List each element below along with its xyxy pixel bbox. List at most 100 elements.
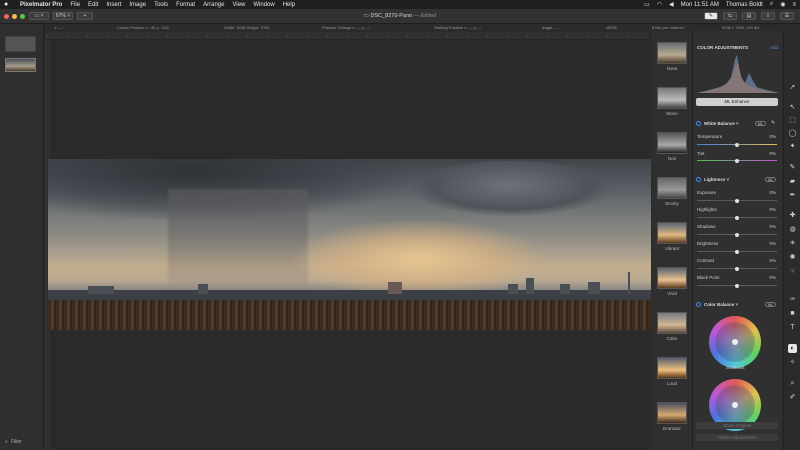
temperature-slider[interactable]	[697, 142, 777, 147]
tools-toggle-button[interactable]: ✎	[704, 12, 718, 20]
zoom-tool-icon[interactable]: ⌕	[788, 379, 797, 388]
color-balance-toggle[interactable]	[696, 302, 701, 307]
show-original-button[interactable]: Show Original	[696, 422, 778, 429]
reset-adjustments-button[interactable]: Reset Adjustments	[696, 434, 778, 441]
eyedropper-tool-icon[interactable]: ✐	[788, 393, 797, 402]
tint-slider[interactable]	[697, 158, 777, 163]
clock[interactable]: Mon 11:51 AM	[681, 2, 719, 8]
user-name[interactable]: Thomas Boldt	[726, 2, 763, 8]
wheel-handle[interactable]	[732, 402, 738, 408]
layer-thumbnail-2[interactable]	[5, 58, 36, 72]
arrange-tool-icon[interactable]: ➚	[788, 83, 797, 92]
slider-knob[interactable]	[735, 142, 739, 147]
selection-tool-icon[interactable]: ⬚	[788, 116, 797, 125]
preset-noir[interactable]: Noir	[657, 132, 687, 161]
menu-tools[interactable]: Tools	[154, 2, 168, 8]
menu-format[interactable]: Format	[176, 2, 195, 8]
preset-vibrant[interactable]: Vibrant	[657, 222, 687, 251]
preset-label: Vibrant	[664, 246, 680, 251]
pen-shape-icon[interactable]: ✑	[788, 295, 797, 304]
white-balance-header[interactable]: White Balance ˅	[704, 121, 739, 126]
arrange-button[interactable]: ⇆	[723, 12, 737, 20]
airplay-icon[interactable]: ▭	[644, 1, 650, 8]
add-button[interactable]: +	[77, 12, 93, 20]
layers-button[interactable]: ▤	[742, 12, 756, 20]
sidebar-toggle-button[interactable]: ☰	[780, 12, 794, 20]
shadows-color-wheel[interactable]	[709, 316, 761, 368]
slider-knob[interactable]	[735, 158, 739, 163]
panorama-image[interactable]	[48, 159, 651, 330]
add-adjustment-link[interactable]: Add	[770, 45, 778, 50]
list-icon[interactable]: ≡	[792, 2, 796, 8]
preset-smoky[interactable]: Smoky	[657, 177, 687, 206]
menu-edit[interactable]: Edit	[88, 2, 98, 8]
color-balance-ml-button[interactable]: ML	[765, 302, 776, 307]
retouch-tool-icon[interactable]: ✚	[788, 211, 797, 220]
shape-tool-icon[interactable]: ■	[788, 309, 797, 318]
zoom-window-button[interactable]	[20, 13, 25, 19]
preset-mono[interactable]: Mono	[657, 87, 687, 116]
preset-none[interactable]: None	[657, 42, 687, 71]
slider-knob[interactable]	[735, 249, 739, 254]
preset-loud[interactable]: Loud	[657, 357, 687, 386]
white-balance-ml-button[interactable]: ML	[755, 121, 766, 126]
menu-view[interactable]: View	[232, 2, 245, 8]
close-window-button[interactable]	[4, 13, 9, 19]
highlights-slider[interactable]	[697, 215, 777, 220]
eyedropper-icon[interactable]: ✎	[771, 120, 775, 126]
exposure-slider[interactable]	[697, 198, 777, 203]
paint-tool-icon[interactable]: ✎	[788, 163, 797, 172]
view-toggle-button[interactable]: ▭ ˅	[29, 12, 49, 20]
minimize-window-button[interactable]	[12, 13, 17, 19]
light-tool-icon[interactable]: ☀	[788, 239, 797, 248]
menu-image[interactable]: Image	[129, 2, 146, 8]
wifi-icon[interactable]: ◠	[657, 1, 662, 8]
layer-thumbnail-1[interactable]	[5, 36, 36, 52]
slider-knob[interactable]	[735, 215, 739, 220]
lightness-ml-button[interactable]: ML	[765, 177, 776, 182]
color-adjustments-icon[interactable]: ◐	[788, 344, 797, 353]
clone-tool-icon[interactable]: ◍	[788, 225, 797, 234]
type-tool-icon[interactable]: T	[788, 323, 797, 332]
select-tool-icon[interactable]: ↖	[788, 103, 797, 112]
white-balance-toggle[interactable]	[696, 121, 701, 126]
menu-file[interactable]: File	[70, 2, 80, 8]
siri-icon[interactable]: ◉	[780, 1, 785, 8]
slider-knob[interactable]	[735, 198, 739, 203]
lightness-toggle[interactable]	[696, 177, 701, 182]
info-size: Width: 3036 Height: 7000	[224, 25, 270, 30]
wheel-handle[interactable]	[732, 339, 738, 345]
preset-vivid[interactable]: Vivid	[657, 267, 687, 296]
slider-knob[interactable]	[735, 232, 739, 237]
black-point-slider[interactable]	[697, 283, 777, 288]
pen-tool-icon[interactable]: ✒	[788, 191, 797, 200]
menu-arrange[interactable]: Arrange	[203, 2, 224, 8]
lasso-tool-icon[interactable]: ◯	[788, 129, 797, 138]
effects-tool-icon[interactable]: ✧	[788, 358, 797, 367]
search-icon[interactable]: ⌕	[770, 1, 773, 8]
lightness-header[interactable]: Lightness ˅	[704, 177, 729, 182]
shadows-slider[interactable]	[697, 232, 777, 237]
contrast-slider[interactable]	[697, 266, 777, 271]
menu-insert[interactable]: Insert	[106, 2, 121, 8]
magic-wand-icon[interactable]: ✦	[788, 142, 797, 151]
filter-control[interactable]: ⌕ Filter	[5, 439, 22, 445]
zoom-dropdown[interactable]: 67% ˅	[53, 12, 73, 20]
slider-knob[interactable]	[735, 283, 739, 288]
preset-dramatic[interactable]: Dramatic	[657, 402, 687, 431]
share-button[interactable]: ⇧	[761, 12, 775, 20]
preset-calm[interactable]: Calm	[657, 312, 687, 341]
menu-window[interactable]: Window	[253, 2, 274, 8]
warp-tool-icon[interactable]: ✺	[788, 253, 797, 262]
erase-tool-icon[interactable]: ▰	[788, 177, 797, 186]
apple-menu-icon[interactable]: ●	[4, 1, 12, 8]
ml-enhance-button[interactable]: ML Enhance	[696, 98, 778, 106]
smudge-tool-icon[interactable]: ☟	[788, 267, 797, 276]
app-menu[interactable]: Pixelmator Pro	[20, 2, 62, 8]
brightness-slider[interactable]	[697, 249, 777, 254]
menu-help[interactable]: Help	[283, 2, 295, 8]
tower	[628, 272, 630, 294]
color-balance-header[interactable]: Color Balance ˅	[704, 302, 738, 307]
slider-knob[interactable]	[735, 266, 739, 271]
volume-icon[interactable]: ◀	[669, 1, 674, 8]
